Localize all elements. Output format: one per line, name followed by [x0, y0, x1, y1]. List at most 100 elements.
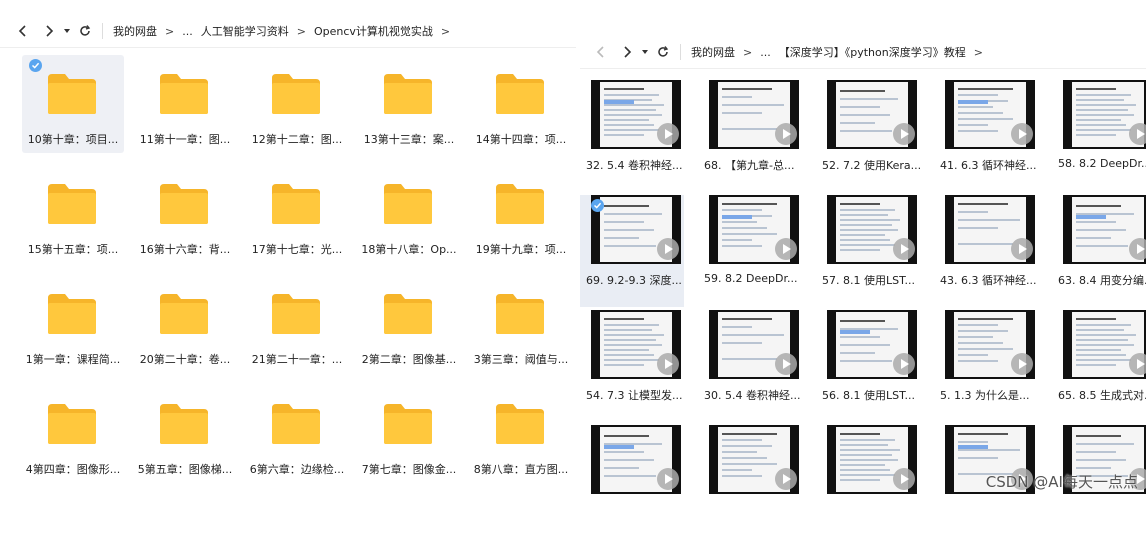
folder-icon: [48, 74, 96, 114]
play-icon: [1011, 353, 1033, 375]
folder-item[interactable]: 13第十三章：案...: [358, 55, 460, 153]
navigation-bar: 我的网盘 > ... 人工智能学习资料 > Opencv计算机视觉实战 >: [0, 11, 576, 51]
folder-item[interactable]: 15第十五章：项...: [22, 165, 124, 263]
video-item[interactable]: 59. 8.2 DeepDr...: [698, 195, 802, 307]
video-item[interactable]: 54. 7.3 让模型发...: [580, 310, 684, 422]
video-item[interactable]: 30. 5.4 卷积神经...: [698, 310, 802, 422]
video-item[interactable]: 56. 8.1 使用LST...: [816, 310, 920, 422]
play-icon: [893, 353, 915, 375]
video-item[interactable]: 57. 8.1 使用LST...: [816, 195, 920, 307]
video-name: 68. 【第九章-总...: [704, 159, 795, 172]
folder-name: 16第十六章：背...: [139, 243, 231, 256]
folder-item[interactable]: 10第十章：项目...: [22, 55, 124, 153]
breadcrumb-arrow-icon: >: [296, 24, 306, 38]
folder-name: 11第十一章：图...: [139, 133, 231, 146]
video-thumbnail: [709, 425, 799, 494]
folder-item[interactable]: 16第十六章：背...: [134, 165, 236, 263]
video-item[interactable]: 58. 8.2 DeepDr...: [1052, 80, 1146, 192]
folder-icon: [272, 404, 320, 444]
folder-name: 15第十五章：项...: [27, 243, 119, 256]
folder-item[interactable]: 4第四章：图像形...: [22, 385, 124, 483]
folder-item[interactable]: 11第十一章：图...: [134, 55, 236, 153]
folder-name: 17第十七章：光...: [251, 243, 343, 256]
folder-item[interactable]: 3第三章：阈值与...: [470, 275, 572, 373]
chevron-left-icon: [596, 46, 604, 58]
folder-item[interactable]: 2第二章：图像基...: [358, 275, 460, 373]
folder-name: 13第十三章：案...: [363, 133, 455, 146]
play-icon: [1011, 238, 1033, 260]
folder-item[interactable]: 17第十七章：光...: [246, 165, 348, 263]
folder-item[interactable]: 8第八章：直方图...: [470, 385, 572, 483]
history-dropdown-button[interactable]: [638, 41, 652, 63]
video-thumbnail: [1063, 195, 1146, 264]
video-item[interactable]: 41. 6.3 循环神经...: [934, 80, 1038, 192]
refresh-button[interactable]: [652, 41, 674, 63]
folder-item[interactable]: 14第十四章：项...: [470, 55, 572, 153]
video-thumbnail: [591, 310, 681, 379]
breadcrumb-current[interactable]: 【深度学习】《python深度学习》教程: [779, 44, 966, 60]
folder-item[interactable]: 18第十八章：Op...: [358, 165, 460, 263]
breadcrumb-root[interactable]: 我的网盘: [691, 44, 735, 60]
folder-item[interactable]: 21第二十一章：...: [246, 275, 348, 373]
folder-name: 8第八章：直方图...: [473, 463, 569, 476]
video-item[interactable]: [698, 425, 802, 537]
folder-name: 3第三章：阈值与...: [473, 353, 569, 366]
breadcrumb-ellipsis[interactable]: ...: [760, 46, 771, 59]
refresh-button[interactable]: [74, 20, 96, 42]
video-thumbnail: [945, 80, 1035, 149]
forward-button[interactable]: [38, 20, 60, 42]
folder-item[interactable]: 1第一章：课程简...: [22, 275, 124, 373]
video-item[interactable]: 69. 9.2-9.3 深度...: [580, 195, 684, 307]
folder-item[interactable]: 6第六章：边缘检...: [246, 385, 348, 483]
folder-item[interactable]: 20第二十章：卷...: [134, 275, 236, 373]
video-thumbnail: [945, 310, 1035, 379]
video-thumbnail: [827, 425, 917, 494]
folder-item[interactable]: 12第十二章：图...: [246, 55, 348, 153]
video-thumbnail: [1063, 80, 1146, 149]
header-divider: [580, 68, 1146, 69]
video-item[interactable]: [580, 425, 684, 537]
folder-icon: [272, 184, 320, 224]
video-thumbnail: [709, 195, 799, 264]
video-name: 5. 1.3 为什么是...: [940, 389, 1030, 402]
folder-name: 5第五章：图像梯...: [137, 463, 233, 476]
video-item[interactable]: 52. 7.2 使用Kera...: [816, 80, 920, 192]
selected-check-icon[interactable]: [29, 59, 42, 72]
video-item[interactable]: 65. 8.5 生成式对...: [1052, 310, 1146, 422]
chevron-left-icon: [18, 25, 26, 37]
play-icon: [1129, 353, 1146, 375]
forward-button[interactable]: [616, 41, 638, 63]
folder-icon: [272, 74, 320, 114]
breadcrumb-item[interactable]: 人工智能学习资料: [201, 23, 289, 39]
video-thumbnail: [1063, 310, 1146, 379]
video-item[interactable]: 32. 5.4 卷积神经...: [580, 80, 684, 192]
folder-icon: [384, 404, 432, 444]
folder-icon: [384, 294, 432, 334]
folder-icon: [160, 184, 208, 224]
video-item[interactable]: 5. 1.3 为什么是...: [934, 310, 1038, 422]
toolbar-separator: [680, 44, 681, 60]
back-button[interactable]: [12, 20, 34, 42]
video-item[interactable]: 68. 【第九章-总...: [698, 80, 802, 192]
history-dropdown-button[interactable]: [60, 20, 74, 42]
folder-item[interactable]: 19第十九章：项...: [470, 165, 572, 263]
caret-down-icon: [64, 29, 70, 33]
play-icon: [1129, 123, 1146, 145]
video-name: 63. 8.4 用变分编...: [1058, 274, 1146, 287]
play-icon: [775, 468, 797, 490]
selected-check-icon[interactable]: [591, 199, 604, 212]
video-item[interactable]: 63. 8.4 用变分编...: [1052, 195, 1146, 307]
video-item[interactable]: [816, 425, 920, 537]
breadcrumb-root[interactable]: 我的网盘: [113, 23, 157, 39]
breadcrumb-current[interactable]: Opencv计算机视觉实战: [314, 23, 433, 39]
folder-icon: [496, 404, 544, 444]
video-item[interactable]: 43. 6.3 循环神经...: [934, 195, 1038, 307]
folder-name: 1第一章：课程简...: [25, 353, 121, 366]
folder-item[interactable]: 5第五章：图像梯...: [134, 385, 236, 483]
folder-icon: [496, 74, 544, 114]
breadcrumb-ellipsis[interactable]: ...: [182, 25, 193, 38]
back-button[interactable]: [590, 41, 612, 63]
folder-name: 7第七章：图像金...: [361, 463, 457, 476]
folder-item[interactable]: 7第七章：图像金...: [358, 385, 460, 483]
video-name: 43. 6.3 循环神经...: [940, 274, 1037, 287]
